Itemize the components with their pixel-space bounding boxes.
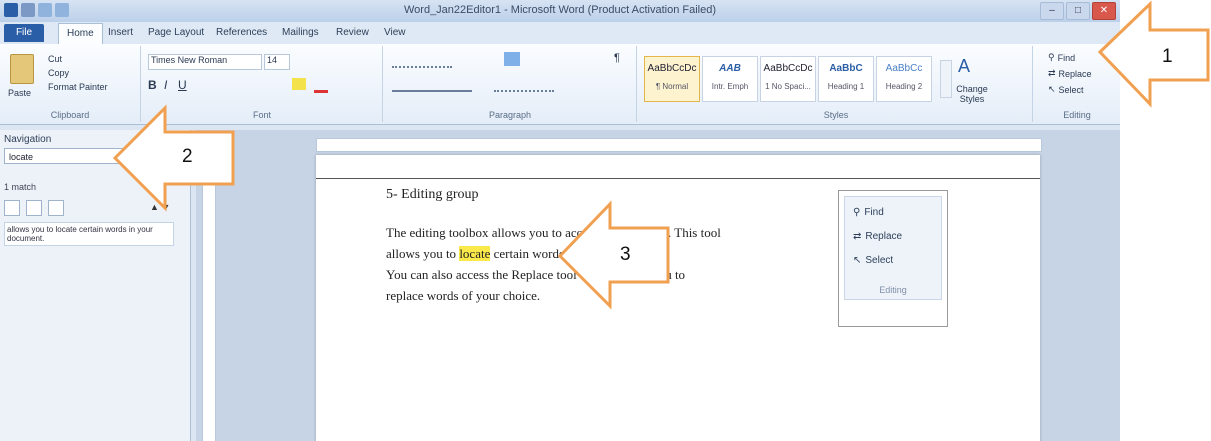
tab-home[interactable]: Home	[58, 23, 103, 45]
horizontal-ruler[interactable]	[316, 138, 1042, 152]
doc-heading: 5- Editing group	[386, 187, 479, 202]
navigation-search-input[interactable]: locate	[4, 148, 184, 164]
tab-view[interactable]: View	[384, 27, 406, 38]
styles-label: Styles	[823, 110, 849, 120]
result-nav-arrows[interactable]: ▲ ▼	[150, 202, 170, 212]
tab-mailings[interactable]: Mailings	[282, 27, 319, 38]
shading-borders-icons[interactable]	[494, 78, 554, 92]
highlight-color-icon[interactable]	[292, 78, 306, 90]
binoculars-icon: ⚲	[853, 207, 861, 218]
doc-line-3: You can also access the Replace tool whi…	[386, 267, 686, 282]
title-bar: Word_Jan22Editor1 - Microsoft Word (Prod…	[0, 0, 1120, 22]
highlighted-word: locate	[459, 246, 491, 261]
font-size-select[interactable]: 14	[264, 54, 290, 70]
search-result-item[interactable]: allows you to locate certain words in yo…	[4, 222, 174, 246]
format-painter-button[interactable]: Format Painter	[48, 82, 108, 92]
editing-group: ⚲ Find ⇄ Replace ↖ Select Editing	[1034, 46, 1120, 122]
close-button[interactable]: ✕	[1092, 2, 1116, 20]
paste-button[interactable]: Paste	[8, 88, 31, 98]
panel-editing-label: Editing	[879, 285, 907, 295]
tab-page-layout[interactable]: Page Layout	[148, 27, 204, 38]
style-no-spacing[interactable]: AaBbCcDc 1 No Spaci...	[760, 56, 816, 102]
select-icon: ↖	[1048, 84, 1056, 94]
change-styles-icon[interactable]: A	[958, 56, 970, 77]
replace-icon: ⇄	[1048, 68, 1056, 78]
ribbon-tabs: File Home Insert Page Layout References …	[0, 22, 1120, 45]
document-area: 5- Editing group The editing toolbox all…	[196, 130, 1120, 441]
tab-review[interactable]: Review	[336, 27, 369, 38]
replace-button[interactable]: ⇄ Replace	[1048, 68, 1092, 79]
panel-find: ⚲ Find	[853, 207, 884, 218]
navigation-title: Navigation	[4, 134, 52, 145]
styles-group: AaBbCcDc ¶ Normal AAB Intr. Emph AaBbCcD…	[640, 46, 1033, 122]
change-styles-button[interactable]: Change Styles	[954, 84, 990, 104]
alignment-icons[interactable]	[392, 78, 472, 92]
tab-file[interactable]: File	[4, 24, 44, 42]
editing-panel-image: ⚲ Find ⇄ Replace ↖ Select Editing	[838, 190, 948, 327]
font-color-icon[interactable]	[314, 78, 328, 93]
ribbon: Paste Cut Copy Format Painter Clipboard …	[0, 44, 1120, 125]
replace-icon: ⇄	[853, 231, 862, 242]
bold-button[interactable]: B	[148, 78, 157, 92]
editing-panel-inner: ⚲ Find ⇄ Replace ↖ Select Editing	[844, 196, 942, 300]
vertical-ruler	[202, 140, 216, 441]
binoculars-icon: ⚲	[1048, 52, 1055, 62]
cut-button[interactable]: Cut	[48, 54, 62, 64]
find-button[interactable]: ⚲ Find	[1048, 52, 1075, 63]
show-marks-icon[interactable]: ¶	[614, 52, 620, 64]
navigation-pane: Navigation locate 1 match ▲ ▼ allows you…	[0, 130, 191, 441]
doc-line-4: replace words of your choice.	[386, 288, 541, 303]
select-button[interactable]: ↖ Select	[1048, 84, 1084, 95]
style-intense-emphasis[interactable]: AAB Intr. Emph	[702, 56, 758, 102]
browse-results-icon[interactable]	[48, 200, 64, 216]
paragraph-label: Paragraph	[488, 110, 532, 120]
font-label: Font	[252, 110, 271, 120]
style-heading-1[interactable]: AaBbC Heading 1	[818, 56, 874, 102]
copy-button[interactable]: Copy	[48, 68, 69, 78]
word-window: Word_Jan22Editor1 - Microsoft Word (Prod…	[0, 0, 1120, 441]
font-group: Times New Roman 14 B I U Font	[142, 46, 383, 122]
match-count: 1 match	[4, 182, 37, 192]
document-page[interactable]: 5- Editing group The editing toolbox all…	[316, 155, 1040, 441]
style-heading-2[interactable]: AaBbCc Heading 2	[876, 56, 932, 102]
editing-label: Editing	[1063, 110, 1091, 120]
paragraph-group: ¶ Paragraph	[384, 46, 637, 122]
header-line	[316, 178, 1040, 179]
bullets-icon[interactable]	[392, 54, 452, 68]
clipboard-group: Paste Cut Copy Format Painter Clipboard	[0, 46, 141, 122]
arrow-1-label: 1	[1162, 46, 1173, 67]
maximize-button[interactable]: □	[1066, 2, 1090, 20]
tab-references[interactable]: References	[216, 27, 267, 38]
tab-insert[interactable]: Insert	[108, 27, 133, 38]
style-normal[interactable]: AaBbCcDc ¶ Normal	[644, 56, 700, 102]
browse-pages-icon[interactable]	[26, 200, 42, 216]
doc-line-1: The editing toolbox allows you to access…	[386, 225, 721, 240]
window-title: Word_Jan22Editor1 - Microsoft Word (Prod…	[403, 4, 716, 16]
arrow-2-label: 2	[182, 146, 193, 167]
font-name-select[interactable]: Times New Roman	[148, 54, 262, 70]
paste-icon[interactable]	[10, 54, 34, 84]
clipboard-label: Clipboard	[50, 110, 90, 120]
arrow-3-label: 3	[620, 244, 631, 265]
panel-replace: ⇄ Replace	[853, 231, 903, 242]
sort-icon[interactable]	[504, 52, 520, 66]
minimize-button[interactable]: –	[1040, 2, 1064, 20]
styles-scroll[interactable]	[940, 60, 952, 98]
panel-select: ↖ Select	[853, 255, 894, 266]
select-icon: ↖	[853, 255, 862, 266]
window-controls: – □ ✕	[1040, 2, 1116, 20]
browse-headings-icon[interactable]	[4, 200, 20, 216]
underline-button[interactable]: U	[178, 78, 187, 92]
navigation-view-tabs	[4, 200, 64, 216]
italic-button[interactable]: I	[164, 78, 167, 92]
